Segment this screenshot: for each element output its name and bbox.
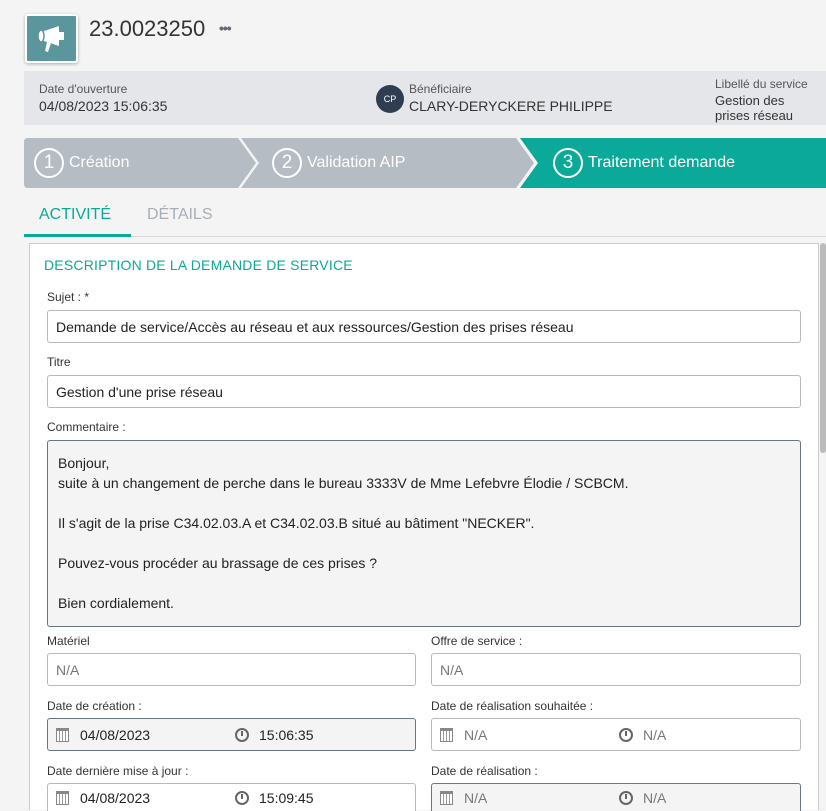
calendar-icon xyxy=(56,727,69,742)
updated-date: 04/08/2023 xyxy=(80,789,151,806)
updated-time: 15:09:45 xyxy=(259,789,314,806)
megaphone-icon xyxy=(25,14,78,63)
service-value: Gestion des prises réseau xyxy=(715,93,794,123)
wished-date-field[interactable]: N/A N/A xyxy=(431,718,801,751)
title-label: Titre xyxy=(47,355,71,369)
step-traitement-demande[interactable]: 3 Traitement demande xyxy=(553,138,735,188)
comment-line: suite à un changement de perche dans le … xyxy=(58,475,629,491)
scrollbar[interactable] xyxy=(820,243,826,453)
clock-icon[interactable] xyxy=(619,727,633,742)
created-date-field: 04/08/2023 15:06:35 xyxy=(47,718,416,751)
offer-input[interactable]: N/A xyxy=(431,653,801,686)
active-tab-indicator xyxy=(24,234,131,237)
subject-input[interactable]: Demande de service/Accès au réseau et au… xyxy=(47,310,801,343)
clock-icon xyxy=(235,790,249,805)
more-options-button[interactable]: ••• xyxy=(219,20,232,36)
step-creation[interactable]: 1 Création xyxy=(34,138,129,188)
created-date: 04/08/2023 xyxy=(80,726,151,743)
calendar-icon xyxy=(440,790,453,805)
clock-icon xyxy=(619,790,633,805)
done-date-label: Date de réalisation : xyxy=(431,764,538,778)
step-label: Validation AIP xyxy=(307,154,406,171)
updated-date-label: Date dernière mise à jour : xyxy=(47,764,189,778)
comment-label: Commentaire : xyxy=(47,420,126,434)
step-label: Création xyxy=(69,154,130,171)
step-label: Traitement demande xyxy=(588,154,736,171)
done-time: N/A xyxy=(643,789,667,806)
progress-steps: 1 Création 2 Validation AIP 3 Traitement de… xyxy=(24,138,826,188)
comment-line: Il s'agit de la prise C34.02.03.A et C34… xyxy=(58,515,535,531)
ticket-number: 23.0023250 xyxy=(89,16,206,41)
comment-line: Bonjour, xyxy=(58,455,110,471)
done-date-field: N/A N/A xyxy=(431,783,801,811)
tabs: ACTIVITÉ DÉTAILS xyxy=(24,200,826,237)
beneficiary-label: Bénéficiaire xyxy=(409,82,472,96)
comment-line: Pouvez-vous procéder au brassage de ces … xyxy=(58,555,378,571)
offer-label: Offre de service : xyxy=(431,634,523,648)
service-label: Libellé du service xyxy=(715,77,808,91)
material-input[interactable]: N/A xyxy=(47,653,416,686)
wished-date-label: Date de réalisation souhaitée : xyxy=(431,699,594,713)
wished-time[interactable]: N/A xyxy=(643,727,666,743)
section-title: DESCRIPTION DE LA DEMANDE DE SERVICE xyxy=(44,257,353,273)
done-date: N/A xyxy=(464,789,488,806)
comment-textarea[interactable]: Bonjour, suite à un changement de perche… xyxy=(47,440,801,627)
comment-line: Bien cordialement. xyxy=(58,595,174,611)
calendar-icon xyxy=(56,790,69,805)
tab-activite[interactable]: ACTIVITÉ xyxy=(39,206,111,224)
wished-date[interactable]: N/A xyxy=(464,727,619,743)
beneficiary-value: CLARY-DERYCKERE PHILIPPE xyxy=(409,98,613,114)
avatar: CP xyxy=(376,85,404,113)
clock-icon xyxy=(235,727,249,742)
opening-date-label: Date d'ouverture xyxy=(39,82,128,96)
updated-date-field: 04/08/2023 15:09:45 xyxy=(47,783,416,811)
calendar-icon[interactable] xyxy=(440,727,453,742)
step-number: 1 xyxy=(34,148,64,178)
description-panel: DESCRIPTION DE LA DEMANDE DE SERVICE Suj… xyxy=(29,243,819,811)
step-number: 2 xyxy=(272,148,302,178)
step-validation-aip[interactable]: 2 Validation AIP xyxy=(272,138,405,188)
title-input[interactable]: Gestion d'une prise réseau xyxy=(47,375,801,408)
info-bar: Date d'ouverture 04/08/2023 15:06:35 Bén… xyxy=(24,71,826,125)
created-time: 15:06:35 xyxy=(259,726,314,743)
step-number: 3 xyxy=(553,148,583,178)
created-date-label: Date de création : xyxy=(47,699,142,713)
opening-date-value: 04/08/2023 15:06:35 xyxy=(39,98,168,114)
subject-label: Sujet : * xyxy=(47,290,90,304)
tab-details[interactable]: DÉTAILS xyxy=(147,206,213,224)
material-label: Matériel xyxy=(47,634,90,648)
